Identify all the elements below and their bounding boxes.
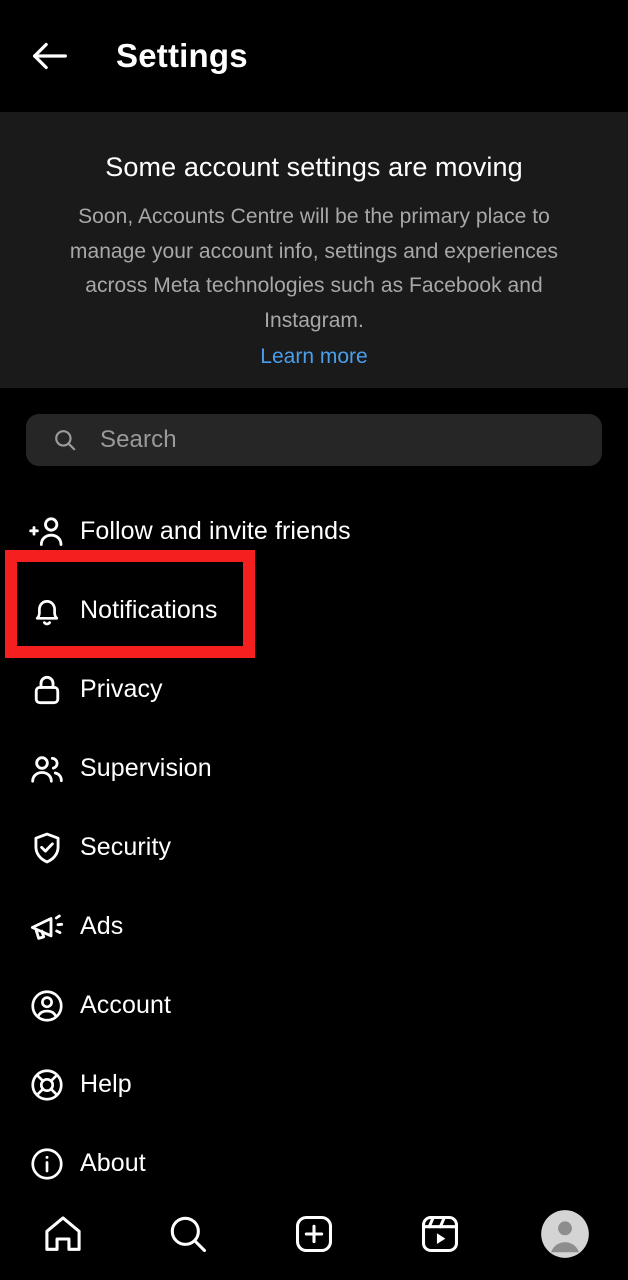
plus-square-icon xyxy=(295,1215,333,1253)
menu-item-label: About xyxy=(80,1149,146,1177)
lock-icon xyxy=(26,669,68,711)
nav-profile-button[interactable] xyxy=(502,1188,628,1280)
menu-item-label: Supervision xyxy=(80,754,212,782)
home-icon xyxy=(45,1216,81,1251)
banner-title: Some account settings are moving xyxy=(105,152,523,182)
menu-item-label: Security xyxy=(80,833,172,861)
nav-reels-button[interactable] xyxy=(377,1188,503,1280)
nav-create-button[interactable] xyxy=(251,1188,377,1280)
bell-icon xyxy=(26,590,68,632)
menu-item-privacy[interactable]: Privacy xyxy=(0,650,628,729)
search-icon xyxy=(52,427,78,453)
settings-screen: Settings Some account settings are movin… xyxy=(0,0,628,1280)
info-circle-icon xyxy=(26,1143,68,1185)
reels-icon xyxy=(421,1215,458,1253)
menu-item-label: Help xyxy=(80,1070,132,1098)
menu-item-label: Notifications xyxy=(80,596,218,624)
bottom-navigation-bar xyxy=(0,1188,628,1280)
people-icon xyxy=(26,748,68,790)
menu-item-notifications[interactable]: Notifications xyxy=(0,571,628,650)
megaphone-icon xyxy=(26,906,68,948)
life-ring-icon xyxy=(26,1064,68,1106)
menu-item-help[interactable]: Help xyxy=(0,1045,628,1124)
menu-item-ads[interactable]: Ads xyxy=(0,887,628,966)
learn-more-link[interactable]: Learn more xyxy=(58,340,570,374)
banner-body: Soon, Accounts Centre will be the primar… xyxy=(69,205,559,332)
menu-item-supervision[interactable]: Supervision xyxy=(0,729,628,808)
menu-item-security[interactable]: Security xyxy=(0,808,628,887)
person-add-icon xyxy=(26,511,68,553)
accounts-centre-banner: Some account settings are moving Soon, A… xyxy=(0,112,628,388)
search-input[interactable]: Search xyxy=(26,414,602,466)
nav-home-button[interactable] xyxy=(0,1188,126,1280)
app-header: Settings xyxy=(0,0,628,112)
shield-check-icon xyxy=(26,827,68,869)
menu-item-label: Ads xyxy=(80,912,124,940)
menu-item-account[interactable]: Account xyxy=(0,966,628,1045)
back-button[interactable] xyxy=(12,18,88,94)
page-title: Settings xyxy=(116,37,248,74)
menu-item-label: Account xyxy=(80,991,172,1019)
settings-menu: Follow and invite friends Notifications … xyxy=(0,492,628,1203)
search-placeholder: Search xyxy=(100,426,177,453)
menu-item-label: Privacy xyxy=(80,675,163,703)
menu-item-label: Follow and invite friends xyxy=(80,517,351,545)
avatar-icon xyxy=(541,1210,590,1258)
arrow-left-icon xyxy=(33,42,67,70)
menu-item-follow-and-invite-friends[interactable]: Follow and invite friends xyxy=(0,492,628,571)
search-icon xyxy=(171,1216,207,1253)
account-circle-icon xyxy=(26,985,68,1027)
nav-search-button[interactable] xyxy=(126,1188,252,1280)
